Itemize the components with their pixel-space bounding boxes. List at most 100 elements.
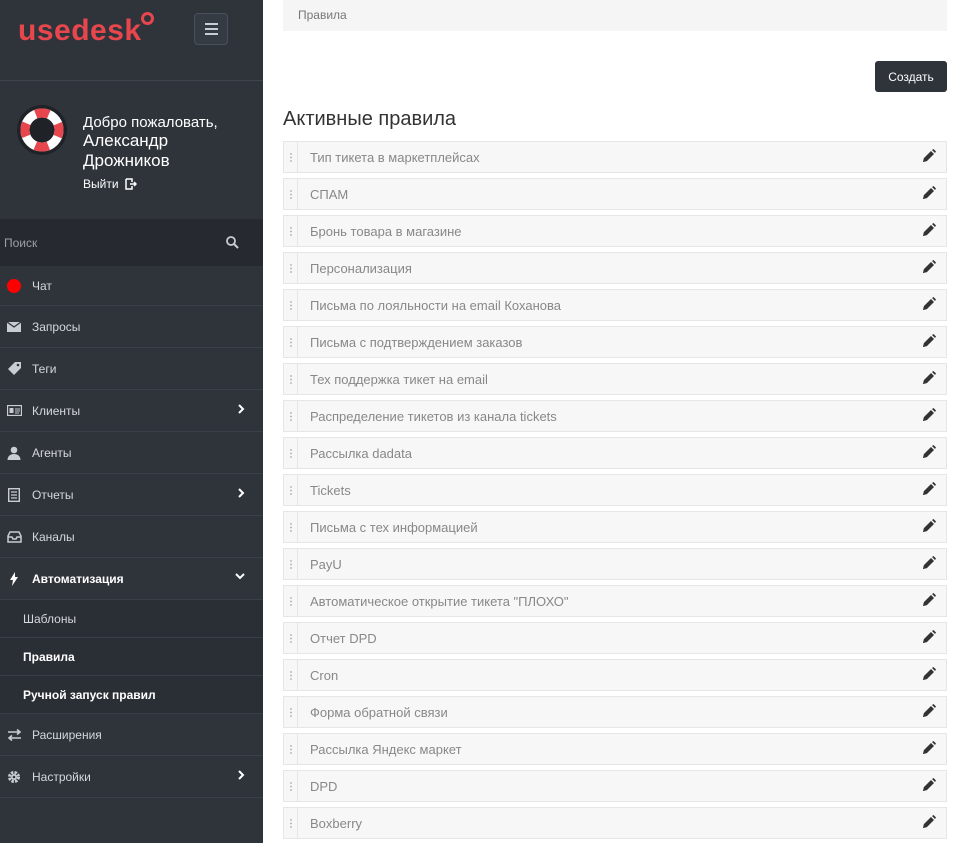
pencil-icon[interactable] (922, 408, 936, 422)
logout-label: Выйти (83, 177, 119, 191)
rule-name[interactable]: Письма с тех информацией (298, 520, 946, 535)
rule-name[interactable]: Отчет DPD (298, 631, 946, 646)
pencil-icon[interactable] (922, 260, 936, 274)
drag-handle-icon[interactable] (284, 179, 298, 209)
drag-handle-icon[interactable] (284, 512, 298, 542)
drag-handle-icon[interactable] (284, 771, 298, 801)
rule-name[interactable]: Автоматическое открытие тикета "ПЛОХО" (298, 594, 946, 609)
sidebar-item-agents[interactable]: Агенты (0, 432, 263, 474)
drag-handle-icon[interactable] (284, 216, 298, 246)
sidebar-subitem-rules[interactable]: Правила (0, 638, 263, 676)
pencil-icon[interactable] (922, 482, 936, 496)
sidebar-item-reports[interactable]: Отчеты (0, 474, 263, 516)
sidebar-item-channels[interactable]: Каналы (0, 516, 263, 558)
rule-name[interactable]: PayU (298, 557, 946, 572)
rule-row[interactable]: Cron (283, 659, 947, 691)
rule-name[interactable]: DPD (298, 779, 946, 794)
logout-link[interactable]: Выйти (83, 177, 137, 191)
sidebar-subitem-templates[interactable]: Шаблоны (0, 600, 263, 638)
pencil-icon[interactable] (922, 778, 936, 792)
drag-handle-icon[interactable] (284, 623, 298, 653)
rule-name[interactable]: Рассылка Яндекс маркет (298, 742, 946, 757)
rule-row[interactable]: Бронь товара в магазине (283, 215, 947, 247)
rule-row[interactable]: Форма обратной связи (283, 696, 947, 728)
rule-row[interactable]: Тип тикета в маркетплейсах (283, 141, 947, 173)
menu-toggle-button[interactable] (194, 13, 228, 45)
rule-row[interactable]: Письма с подтверждением заказов (283, 326, 947, 358)
rule-name[interactable]: Распределение тикетов из канала tickets (298, 409, 946, 424)
sidebar-item-clients[interactable]: Клиенты (0, 390, 263, 432)
rule-row[interactable]: СПАМ (283, 178, 947, 210)
pencil-icon[interactable] (922, 334, 936, 348)
pencil-icon[interactable] (922, 371, 936, 385)
pencil-icon[interactable] (922, 630, 936, 644)
rule-name[interactable]: Персонализация (298, 261, 946, 276)
drag-handle-icon[interactable] (284, 401, 298, 431)
drag-handle-icon[interactable] (284, 142, 298, 172)
rule-row[interactable]: Отчет DPD (283, 622, 947, 654)
pencil-icon[interactable] (922, 593, 936, 607)
logo[interactable]: usedesk (18, 12, 154, 48)
search-icon[interactable] (226, 236, 239, 249)
drag-handle-icon[interactable] (284, 327, 298, 357)
logo-ring-icon (140, 12, 154, 25)
search-input[interactable] (0, 219, 220, 266)
pencil-icon[interactable] (922, 519, 936, 533)
drag-handle-icon[interactable] (284, 253, 298, 283)
rule-row[interactable]: Рассылка Яндекс маркет (283, 733, 947, 765)
pencil-icon[interactable] (922, 556, 936, 570)
rule-row[interactable]: Boxberry (283, 807, 947, 839)
drag-handle-icon[interactable] (284, 364, 298, 394)
pencil-icon[interactable] (922, 741, 936, 755)
pencil-icon[interactable] (922, 297, 936, 311)
pencil-icon[interactable] (922, 667, 936, 681)
sidebar-item-automation[interactable]: Автоматизация (0, 558, 263, 600)
rule-row[interactable]: Письма с тех информацией (283, 511, 947, 543)
drag-handle-icon[interactable] (284, 586, 298, 616)
rule-name[interactable]: Письма с подтверждением заказов (298, 335, 946, 350)
rule-name[interactable]: Форма обратной связи (298, 705, 946, 720)
sidebar-item-extensions[interactable]: Расширения (0, 714, 263, 756)
pencil-icon[interactable] (922, 186, 936, 200)
rule-name[interactable]: Рассылка dadata (298, 446, 946, 461)
rule-row[interactable]: PayU (283, 548, 947, 580)
rule-name[interactable]: Tickets (298, 483, 946, 498)
drag-handle-icon[interactable] (284, 290, 298, 320)
main-content: Правила Создать Активные правила Тип тик… (263, 0, 953, 843)
rule-name[interactable]: Cron (298, 668, 946, 683)
rule-row[interactable]: Автоматическое открытие тикета "ПЛОХО" (283, 585, 947, 617)
rule-name[interactable]: Тип тикета в маркетплейсах (298, 150, 946, 165)
rule-row[interactable]: Tickets (283, 474, 947, 506)
pencil-icon[interactable] (922, 149, 936, 163)
rule-row[interactable]: Распределение тикетов из канала tickets (283, 400, 947, 432)
sidebar-item-chat[interactable]: Чат (0, 266, 263, 306)
drag-handle-icon[interactable] (284, 475, 298, 505)
rule-name[interactable]: Письма по лояльности на email Коханова (298, 298, 946, 313)
drag-handle-icon[interactable] (284, 438, 298, 468)
rule-row[interactable]: Рассылка dadata (283, 437, 947, 469)
breadcrumb-item[interactable]: Правила (298, 8, 347, 22)
drag-handle-icon[interactable] (284, 697, 298, 727)
create-button[interactable]: Создать (875, 61, 947, 92)
rule-name[interactable]: Тех поддержка тикет на email (298, 372, 946, 387)
rule-name[interactable]: Бронь товара в магазине (298, 224, 946, 239)
sidebar-subitem-manual-run[interactable]: Ручной запуск правил (0, 676, 263, 714)
pencil-icon[interactable] (922, 445, 936, 459)
pencil-icon[interactable] (922, 815, 936, 829)
rule-row[interactable]: DPD (283, 770, 947, 802)
id-card-icon (6, 403, 22, 419)
rule-row[interactable]: Тех поддержка тикет на email (283, 363, 947, 395)
sidebar-item-settings[interactable]: Настройки (0, 756, 263, 798)
drag-handle-icon[interactable] (284, 660, 298, 690)
pencil-icon[interactable] (922, 223, 936, 237)
rule-name[interactable]: СПАМ (298, 187, 946, 202)
sidebar-item-requests[interactable]: Запросы (0, 306, 263, 348)
rule-name[interactable]: Boxberry (298, 816, 946, 831)
drag-handle-icon[interactable] (284, 549, 298, 579)
drag-handle-icon[interactable] (284, 808, 298, 838)
sidebar-item-tags[interactable]: Теги (0, 348, 263, 390)
rule-row[interactable]: Письма по лояльности на email Коханова (283, 289, 947, 321)
drag-handle-icon[interactable] (284, 734, 298, 764)
pencil-icon[interactable] (922, 704, 936, 718)
rule-row[interactable]: Персонализация (283, 252, 947, 284)
